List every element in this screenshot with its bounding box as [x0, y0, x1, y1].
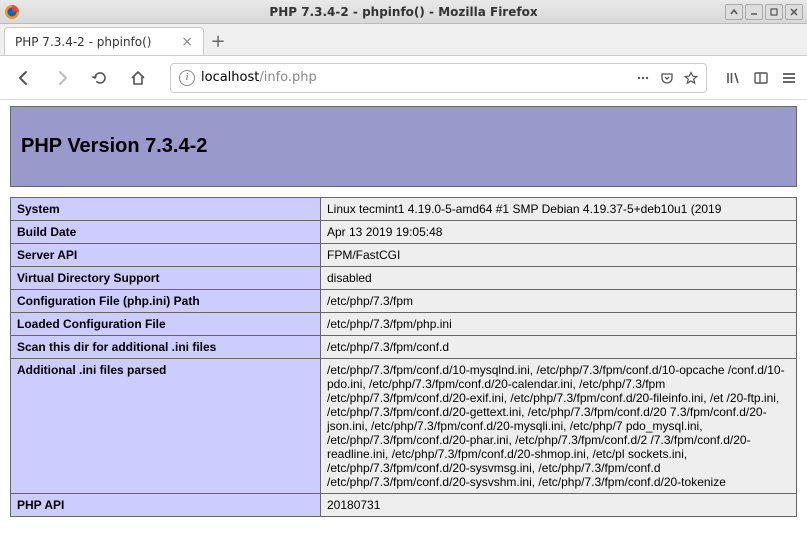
phpinfo-table: SystemLinux tecmint1 4.19.0-5-amd64 #1 S…: [10, 197, 797, 517]
row-value: Apr 13 2019 19:05:48: [321, 221, 797, 244]
urlbar-right-icons: [636, 71, 698, 85]
table-row: Virtual Directory Supportdisabled: [11, 267, 797, 290]
row-key: Loaded Configuration File: [11, 313, 321, 336]
dots-icon[interactable]: [636, 71, 650, 85]
window-close-button[interactable]: [785, 4, 803, 20]
site-info-icon[interactable]: i: [179, 70, 195, 86]
row-key: Build Date: [11, 221, 321, 244]
toolbar-right: [725, 70, 797, 86]
back-button[interactable]: [10, 64, 38, 92]
table-row: Loaded Configuration File/etc/php/7.3/fp…: [11, 313, 797, 336]
window-controls: [725, 4, 803, 20]
navigation-toolbar: i localhost/info.php: [0, 56, 807, 100]
row-key: Virtual Directory Support: [11, 267, 321, 290]
page-viewport[interactable]: PHP Version 7.3.4-2 SystemLinux tecmint1…: [0, 100, 807, 556]
table-row: SystemLinux tecmint1 4.19.0-5-amd64 #1 S…: [11, 198, 797, 221]
home-button[interactable]: [124, 64, 152, 92]
table-row: Configuration File (php.ini) Path/etc/ph…: [11, 290, 797, 313]
sidebar-icon[interactable]: [753, 70, 769, 86]
window-up-button[interactable]: [725, 4, 743, 20]
reload-button[interactable]: [86, 64, 114, 92]
close-tab-icon[interactable]: ×: [181, 34, 193, 50]
pocket-icon[interactable]: [660, 71, 674, 85]
row-value: /etc/php/7.3/fpm/php.ini: [321, 313, 797, 336]
row-key: Additional .ini files parsed: [11, 359, 321, 494]
tab-bar: PHP 7.3.4-2 - phpinfo() × +: [0, 24, 807, 56]
url-host: localhost: [201, 70, 259, 85]
php-version-header: PHP Version 7.3.4-2: [10, 106, 797, 187]
forward-button: [48, 64, 76, 92]
row-value: 20180731: [321, 494, 797, 517]
url-text: localhost/info.php: [201, 70, 630, 85]
new-tab-button[interactable]: +: [204, 27, 232, 55]
firefox-logo-icon: [4, 4, 20, 20]
table-row: PHP API20180731: [11, 494, 797, 517]
row-value: disabled: [321, 267, 797, 290]
row-value: /etc/php/7.3/fpm/conf.d/10-mysqlnd.ini, …: [321, 359, 797, 494]
row-key: Server API: [11, 244, 321, 267]
table-row: Server APIFPM/FastCGI: [11, 244, 797, 267]
row-key: Configuration File (php.ini) Path: [11, 290, 321, 313]
table-row: Scan this dir for additional .ini files/…: [11, 336, 797, 359]
row-key: PHP API: [11, 494, 321, 517]
row-value: Linux tecmint1 4.19.0-5-amd64 #1 SMP Deb…: [321, 198, 797, 221]
table-row: Additional .ini files parsed/etc/php/7.3…: [11, 359, 797, 494]
tab-label: PHP 7.3.4-2 - phpinfo(): [15, 35, 173, 49]
window-maximize-button[interactable]: [765, 4, 783, 20]
row-value: /etc/php/7.3/fpm: [321, 290, 797, 313]
row-value: /etc/php/7.3/fpm/conf.d: [321, 336, 797, 359]
menu-icon[interactable]: [781, 70, 797, 86]
window-titlebar: PHP 7.3.4-2 - phpinfo() - Mozilla Firefo…: [0, 0, 807, 24]
browser-tab[interactable]: PHP 7.3.4-2 - phpinfo() ×: [4, 27, 204, 55]
url-bar[interactable]: i localhost/info.php: [170, 63, 707, 93]
window-minimize-button[interactable]: [745, 4, 763, 20]
table-row: Build DateApr 13 2019 19:05:48: [11, 221, 797, 244]
row-key: System: [11, 198, 321, 221]
row-key: Scan this dir for additional .ini files: [11, 336, 321, 359]
row-value: FPM/FastCGI: [321, 244, 797, 267]
window-title: PHP 7.3.4-2 - phpinfo() - Mozilla Firefo…: [269, 5, 537, 19]
bookmark-star-icon[interactable]: [684, 71, 698, 85]
url-path: /info.php: [259, 70, 316, 85]
php-version-title: PHP Version 7.3.4-2: [21, 135, 786, 158]
library-icon[interactable]: [725, 70, 741, 86]
